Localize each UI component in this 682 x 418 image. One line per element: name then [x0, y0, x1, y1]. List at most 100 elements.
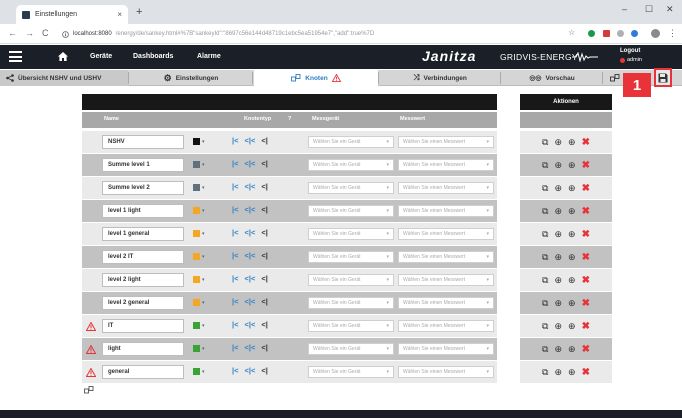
move-down-icon[interactable]: ⊕	[554, 183, 562, 194]
move-down-icon[interactable]: ⊕	[554, 252, 562, 263]
node-type-source-icon[interactable]: |<	[232, 297, 238, 306]
tab-settings[interactable]: ⚙ Einstellungen	[130, 70, 252, 86]
copy-icon[interactable]: ⧉	[542, 275, 548, 286]
minimize-button[interactable]: –	[622, 4, 627, 14]
move-down-icon[interactable]: ⊕	[554, 229, 562, 240]
delete-icon[interactable]: ✖	[582, 252, 590, 263]
delete-icon[interactable]: ✖	[582, 160, 590, 171]
color-picker[interactable]: ▾	[193, 184, 205, 191]
delete-icon[interactable]: ✖	[582, 367, 590, 378]
value-select[interactable]: Wählen Sie einen Messwert ▾	[398, 274, 494, 286]
color-picker[interactable]: ▾	[193, 253, 205, 260]
node-type-end-icon[interactable]: <|	[261, 159, 267, 168]
node-type-middle-icon[interactable]: <|<	[244, 320, 255, 329]
value-select[interactable]: Wählen Sie einen Messwert ▾	[398, 343, 494, 355]
node-name-input[interactable]: level 2 general	[102, 296, 184, 310]
move-down-icon[interactable]: ⊕	[554, 367, 562, 378]
node-type-source-icon[interactable]: |<	[232, 343, 238, 352]
save-button[interactable]	[654, 68, 672, 87]
node-type-middle-icon[interactable]: <|<	[244, 274, 255, 283]
back-icon[interactable]: ←	[8, 28, 17, 38]
device-select[interactable]: Wählen Sie ein Gerät ▾	[308, 320, 394, 332]
device-select[interactable]: Wählen Sie ein Gerät ▾	[308, 182, 394, 194]
value-select[interactable]: Wählen Sie einen Messwert ▾	[398, 182, 494, 194]
node-name-input[interactable]: level 2 light	[102, 273, 184, 287]
node-name-input[interactable]: level 1 light	[102, 204, 184, 218]
tab-overview[interactable]: Übersicht NSHV und USHV	[0, 70, 128, 86]
value-select[interactable]: Wählen Sie einen Messwert ▾	[398, 136, 494, 148]
move-down-icon[interactable]: ⊕	[554, 137, 562, 148]
move-down-icon[interactable]: ⊕	[554, 160, 562, 171]
move-down-icon[interactable]: ⊕	[554, 275, 562, 286]
delete-icon[interactable]: ✖	[582, 206, 590, 217]
copy-icon[interactable]: ⧉	[542, 160, 548, 171]
node-type-middle-icon[interactable]: <|<	[244, 343, 255, 352]
copy-icon[interactable]: ⧉	[542, 344, 548, 355]
node-name-input[interactable]: Summe level 2	[102, 181, 184, 195]
tab-connections[interactable]: ⤨ Verbindungen	[380, 70, 500, 86]
logout-link[interactable]: Logout	[620, 48, 640, 54]
node-name-input[interactable]: IT	[102, 319, 184, 333]
node-type-source-icon[interactable]: |<	[232, 366, 238, 375]
move-up-icon[interactable]: ⊕	[568, 183, 576, 194]
star-icon[interactable]: ☆	[568, 28, 575, 37]
device-select[interactable]: Wählen Sie ein Gerät ▾	[308, 297, 394, 309]
move-up-icon[interactable]: ⊕	[568, 137, 576, 148]
node-type-middle-icon[interactable]: <|<	[244, 297, 255, 306]
copy-icon[interactable]: ⧉	[542, 229, 548, 240]
node-type-source-icon[interactable]: |<	[232, 205, 238, 214]
device-select[interactable]: Wählen Sie ein Gerät ▾	[308, 205, 394, 217]
color-picker[interactable]: ▾	[193, 368, 205, 375]
value-select[interactable]: Wählen Sie einen Messwert ▾	[398, 228, 494, 240]
reload-icon[interactable]: C	[42, 28, 49, 38]
node-type-source-icon[interactable]: |<	[232, 136, 238, 145]
node-type-source-icon[interactable]: |<	[232, 251, 238, 260]
value-select[interactable]: Wählen Sie einen Messwert ▾	[398, 297, 494, 309]
node-type-end-icon[interactable]: <|	[261, 205, 267, 214]
device-select[interactable]: Wählen Sie ein Gerät ▾	[308, 251, 394, 263]
extension-red-icon[interactable]	[603, 30, 610, 37]
color-picker[interactable]: ▾	[193, 230, 205, 237]
move-up-icon[interactable]: ⊕	[568, 321, 576, 332]
forward-icon[interactable]: →	[25, 28, 34, 38]
copy-icon[interactable]: ⧉	[542, 252, 548, 263]
value-select[interactable]: Wählen Sie einen Messwert ▾	[398, 366, 494, 378]
delete-icon[interactable]: ✖	[582, 183, 590, 194]
help-icon[interactable]: ?	[288, 116, 291, 122]
move-up-icon[interactable]: ⊕	[568, 344, 576, 355]
new-tab-button[interactable]: +	[136, 6, 142, 18]
device-select[interactable]: Wählen Sie ein Gerät ▾	[308, 343, 394, 355]
color-picker[interactable]: ▾	[193, 322, 205, 329]
browser-tab[interactable]: Einstellungen ×	[16, 5, 128, 24]
node-type-middle-icon[interactable]: <|<	[244, 136, 255, 145]
move-down-icon[interactable]: ⊕	[554, 298, 562, 309]
color-picker[interactable]: ▾	[193, 161, 205, 168]
extension-blue-icon[interactable]	[631, 30, 638, 37]
node-name-input[interactable]: NSHV	[102, 135, 184, 149]
move-up-icon[interactable]: ⊕	[568, 298, 576, 309]
node-type-middle-icon[interactable]: <|<	[244, 205, 255, 214]
node-type-middle-icon[interactable]: <|<	[244, 182, 255, 191]
browser-menu-icon[interactable]: ⋮	[668, 28, 677, 39]
move-up-icon[interactable]: ⊕	[568, 252, 576, 263]
node-type-end-icon[interactable]: <|	[261, 182, 267, 191]
device-select[interactable]: Wählen Sie ein Gerät ▾	[308, 366, 394, 378]
delete-icon[interactable]: ✖	[582, 344, 590, 355]
node-type-source-icon[interactable]: |<	[232, 320, 238, 329]
node-type-end-icon[interactable]: <|	[261, 251, 267, 260]
move-up-icon[interactable]: ⊕	[568, 275, 576, 286]
delete-icon[interactable]: ✖	[582, 298, 590, 309]
value-select[interactable]: Wählen Sie einen Messwert ▾	[398, 251, 494, 263]
node-type-end-icon[interactable]: <|	[261, 136, 267, 145]
copy-icon[interactable]: ⧉	[542, 298, 548, 309]
copy-icon[interactable]: ⧉	[542, 137, 548, 148]
profile-icon[interactable]	[651, 29, 660, 38]
delete-icon[interactable]: ✖	[582, 137, 590, 148]
delete-icon[interactable]: ✖	[582, 229, 590, 240]
tab-nodes[interactable]: Knoten	[254, 70, 378, 86]
value-select[interactable]: Wählen Sie einen Messwert ▾	[398, 320, 494, 332]
value-select[interactable]: Wählen Sie einen Messwert ▾	[398, 205, 494, 217]
move-down-icon[interactable]: ⊕	[554, 206, 562, 217]
menu-alarme[interactable]: Alarme	[197, 53, 221, 60]
node-type-middle-icon[interactable]: <|<	[244, 228, 255, 237]
